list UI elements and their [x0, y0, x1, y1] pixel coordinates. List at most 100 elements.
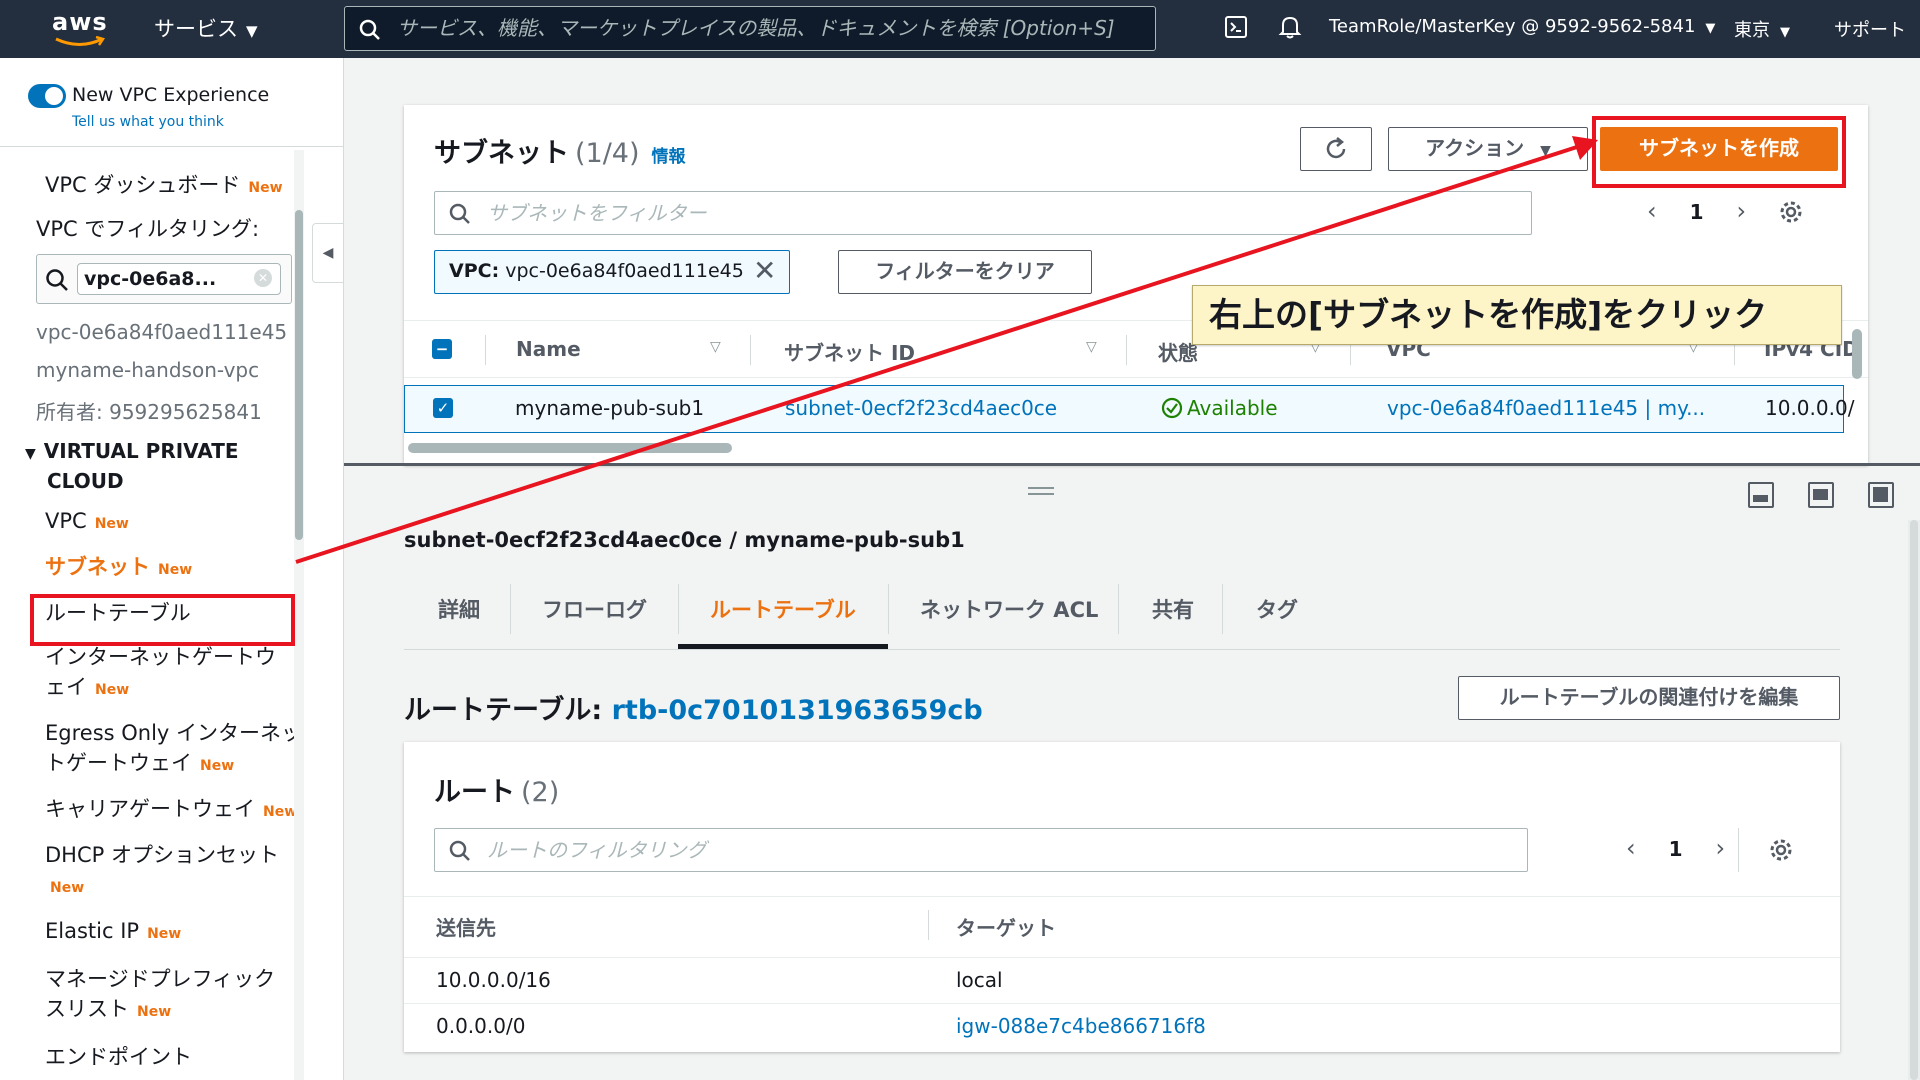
aws-logo[interactable]: aws	[50, 8, 110, 48]
clear-filters-button[interactable]: フィルターをクリア	[838, 250, 1092, 294]
sort-icon[interactable]: ▽	[710, 339, 721, 355]
chevron-left-icon[interactable]: ‹	[1647, 197, 1657, 225]
support-menu[interactable]: サポート	[1834, 16, 1906, 42]
global-search-input[interactable]	[397, 13, 1147, 43]
row-checkbox[interactable]: ✓	[433, 398, 453, 418]
tab-details[interactable]: 詳細	[438, 594, 480, 624]
gear-icon[interactable]	[1778, 199, 1804, 225]
sort-icon[interactable]: ▽	[1086, 339, 1097, 355]
sidebar-scrollbar[interactable]	[294, 150, 304, 1080]
token-label: VPC: vpc-0e6a84f0aed111e45	[449, 260, 744, 282]
sidebar-item-label: サブネット	[45, 555, 150, 579]
region-menu[interactable]: 東京 ▼	[1734, 16, 1790, 42]
bell-icon[interactable]	[1278, 14, 1302, 40]
collapse-sidebar-button[interactable]: ◀	[312, 223, 344, 283]
info-link[interactable]: 情報	[652, 147, 686, 167]
scrollbar-thumb[interactable]	[295, 210, 303, 540]
sidebar-item-egress-only-igw[interactable]: Egress Only インターネッ トゲートウェイ New	[45, 718, 302, 781]
new-badge: New	[263, 804, 298, 820]
tab-separator	[1118, 584, 1119, 634]
tab-sharing[interactable]: 共有	[1152, 594, 1194, 624]
divider	[0, 146, 344, 147]
column-header-destination[interactable]: 送信先	[436, 912, 496, 941]
sidebar-item-internet-gateways[interactable]: インターネットゲートウ ェイ New	[45, 642, 276, 705]
vpc-filter-token[interactable]: VPC: vpc-0e6a84f0aed111e45 ✕	[434, 250, 790, 294]
tab-flow-logs[interactable]: フローログ	[542, 594, 647, 624]
sidebar-item-vpc-dashboard[interactable]: VPC ダッシュボード New	[45, 170, 283, 203]
active-tab-indicator	[678, 644, 888, 649]
routes-filter[interactable]	[434, 828, 1528, 872]
refresh-button[interactable]	[1300, 127, 1372, 171]
drag-handle-icon[interactable]	[1028, 487, 1054, 495]
cell-target-link[interactable]: igw-088e7c4be866716f8	[956, 1014, 1206, 1038]
select-all-checkbox[interactable]: −	[432, 339, 452, 359]
chevron-right-icon[interactable]: ›	[1736, 197, 1746, 225]
page-number[interactable]: 1	[1669, 837, 1683, 861]
sidebar-item-label: Egress Only インターネッ	[45, 721, 303, 745]
edit-route-table-association-button[interactable]: ルートテーブルの関連付けを編集	[1458, 676, 1840, 720]
gear-icon[interactable]	[1768, 837, 1794, 863]
cell-name: myname-pub-sub1	[515, 396, 705, 420]
tab-tags[interactable]: タグ	[1256, 594, 1298, 624]
table-row[interactable]: ✓ myname-pub-sub1 subnet-0ecf2f23cd4aec0…	[404, 385, 1854, 433]
clear-filters-label: フィルターをクリア	[875, 259, 1055, 283]
sidebar-item-label: マネージドプレフィック	[45, 967, 276, 991]
tab-network-acl[interactable]: ネットワーク ACL	[920, 594, 1098, 624]
vpc-filter-chip[interactable]: vpc-0e6a8... ✕	[77, 263, 281, 295]
sidebar-item-endpoints[interactable]: エンドポイント	[45, 1042, 192, 1072]
vpc-filter-select[interactable]: vpc-0e6a8... ✕	[36, 254, 292, 304]
cell-vpc-link[interactable]: vpc-0e6a84f0aed111e45 | my...	[1387, 396, 1705, 420]
sidebar-item-label: トゲートウェイ	[45, 751, 192, 775]
routes-filter-input[interactable]	[487, 835, 1517, 865]
highlight-box-subnets	[30, 594, 295, 646]
route-table-id-link[interactable]: rtb-0c7010131963659cb	[612, 695, 983, 726]
column-header-subnet-id[interactable]: サブネット ID	[784, 337, 915, 366]
chevron-right-icon[interactable]: ›	[1715, 834, 1725, 862]
new-vpc-experience-toggle[interactable]	[28, 84, 66, 108]
page-scrollbar[interactable]	[1908, 520, 1920, 1080]
search-icon	[359, 19, 380, 40]
column-header-name[interactable]: Name	[516, 337, 581, 361]
column-header-target[interactable]: ターゲット	[956, 912, 1056, 941]
clear-icon[interactable]: ✕	[254, 269, 272, 287]
sidebar-item-dhcp-options[interactable]: DHCP オプションセット New	[45, 840, 279, 903]
vpc-id-text: vpc-0e6a84f0aed111e45	[36, 320, 288, 344]
toggle-label: New VPC Experience	[72, 84, 270, 106]
split-panel-divider[interactable]	[344, 463, 1920, 466]
sidebar-item-carrier-gateways[interactable]: キャリアゲートウェイ New	[45, 794, 297, 827]
panel-bottom-icon[interactable]	[1748, 482, 1774, 508]
page-number[interactable]: 1	[1690, 200, 1704, 224]
cloudshell-icon[interactable]	[1224, 15, 1248, 39]
account-menu[interactable]: TeamRole/MasterKey @ 9592-9562-5841 ▼	[1329, 16, 1715, 37]
cell-target: local	[956, 968, 1003, 992]
global-search[interactable]	[344, 6, 1156, 51]
routes-title-text: ルート	[434, 777, 515, 808]
new-badge: New	[248, 180, 283, 196]
subnets-title-text: サブネット	[434, 138, 569, 169]
column-separator	[485, 335, 486, 365]
new-badge: New	[95, 682, 130, 698]
feedback-link[interactable]: Tell us what you think	[72, 114, 224, 130]
section-virtual-private-cloud[interactable]: ▼ VIRTUAL PRIVATE CLOUD	[25, 438, 239, 495]
table-vertical-scrollbar[interactable]	[1852, 329, 1862, 379]
panel-center-icon[interactable]	[1808, 482, 1834, 508]
tab-route-table[interactable]: ルートテーブル	[710, 594, 856, 624]
panel-full-icon[interactable]	[1868, 482, 1894, 508]
sidebar-item-subnets[interactable]: サブネット New	[45, 552, 192, 585]
sidebar-item-elastic-ip[interactable]: Elastic IP New	[45, 916, 181, 949]
sidebar-item-managed-prefix-lists[interactable]: マネージドプレフィック スリスト New	[45, 964, 275, 1027]
close-icon[interactable]: ✕	[753, 255, 776, 287]
sidebar-item-vpc[interactable]: VPC New	[45, 506, 129, 539]
scrollbar-thumb[interactable]	[1910, 520, 1918, 1080]
chevron-left-icon[interactable]: ‹	[1626, 834, 1636, 862]
actions-dropdown[interactable]: アクション ▼	[1388, 127, 1588, 171]
tab-separator	[888, 584, 889, 634]
search-icon	[449, 840, 470, 861]
route-table-label: ルートテーブル:	[404, 695, 603, 726]
detail-tabs: 詳細 フローログ ルートテーブル ネットワーク ACL 共有 タグ	[404, 580, 1840, 650]
subnet-filter[interactable]	[434, 191, 1532, 235]
subnet-filter-input[interactable]	[487, 198, 1517, 228]
cell-subnet-id-link[interactable]: subnet-0ecf2f23cd4aec0ce	[785, 396, 1057, 420]
services-menu[interactable]: サービス ▼	[154, 13, 258, 43]
horizontal-scrollbar[interactable]	[408, 443, 732, 453]
